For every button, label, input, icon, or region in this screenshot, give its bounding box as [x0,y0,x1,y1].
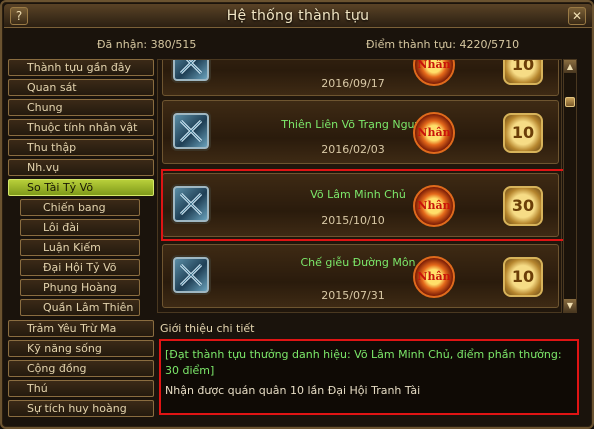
close-button[interactable]: ✕ [568,7,586,25]
sidebar-item-character-attributes[interactable]: Thuộc tính nhân vật [8,119,154,136]
sidebar-subitem-arena[interactable]: Lôi đài [20,219,140,236]
sidebar-subitem-tournament[interactable]: Đại Hội Tỷ Võ [20,259,140,276]
scroll-up-icon[interactable]: ▲ [564,60,576,73]
points-badge: 10 [503,60,543,85]
sidebar-item-glorious-history[interactable]: Sự tích huy hoàng [8,400,154,417]
points-badge: 10 [503,113,543,153]
title-bar: ? Hệ thống thành tựu ✕ [4,4,592,28]
sidebar-subitem-phoenix[interactable]: Phụng Hoàng [20,279,140,296]
scroll-thumb[interactable] [565,97,575,107]
points-badge: 10 [503,257,543,297]
achievement-window: ? Hệ thống thành tựu ✕ Đã nhận: 380/515 … [0,0,594,429]
detail-description: Nhận được quán quân 10 lần Đại Hội Tranh… [165,384,421,397]
sidebar-item-collection[interactable]: Thu thập [8,139,154,156]
sidebar-subitem-champion[interactable]: Quần Lâm Thiên [20,299,140,316]
achievement-row[interactable]: Nhân 2016/09/17 10 [162,60,559,96]
achievement-list: Nhân 2016/09/17 10 Thiên Liên Võ Trạng N… [157,59,562,313]
achievement-date: 2016/09/17 [321,77,385,90]
sidebar-item-recent[interactable]: Thành tựu gần đây [8,59,154,76]
points-badge: 30 [503,186,543,226]
sidebar-item-demon-slaying[interactable]: Trảm Yêu Trừ Ma [8,320,154,337]
list-scrollbar[interactable]: ▲ ▼ [563,59,577,313]
achievement-date: 2016/02/03 [321,143,385,156]
achievement-date: 2015/07/31 [321,289,385,302]
sidebar-item-community[interactable]: Cộng đồng [8,360,154,377]
received-count: Đã nhận: 380/515 [97,38,197,51]
crossed-swords-icon [173,257,209,293]
crossed-swords-icon [173,113,209,149]
sidebar-subitem-sword-debate[interactable]: Luận Kiếm [20,239,140,256]
achievement-points: Điểm thành tựu: 4220/5710 [366,38,520,51]
achievement-row[interactable]: Thiên Liên Võ Trạng Nguyên Nhân 2016/02/… [162,100,559,164]
crossed-swords-icon [173,60,209,81]
sidebar-item-pets[interactable]: Thú [8,380,154,397]
achievement-row[interactable]: Chế giễu Đường Môn Nhân 2015/07/31 10 [162,244,559,308]
sidebar-subitem-guild-war[interactable]: Chiến bang [20,199,140,216]
detail-reward-text: [Đạt thành tựu thưởng danh hiệu: Võ Lâm … [165,348,562,377]
scroll-down-icon[interactable]: ▼ [564,299,576,312]
crossed-swords-icon [173,186,209,222]
detail-heading: Giới thiệu chi tiết [160,322,255,335]
achievement-date: 2015/10/10 [321,214,385,227]
sidebar-item-quests[interactable]: Nh.vụ [8,159,154,176]
window-title: Hệ thống thành tựu [226,8,370,24]
sidebar-item-observe[interactable]: Quan sát [8,79,154,96]
achievement-row-selected[interactable]: Võ Lâm Minh Chủ Nhân 2015/10/10 30 [162,173,559,237]
sidebar-item-pvp-active[interactable]: So Tài Tỷ Võ [8,179,154,196]
sidebar-item-general[interactable]: Chung [8,99,154,116]
sidebar-item-life-skills[interactable]: Kỹ năng sống [8,340,154,357]
detail-box: [Đạt thành tựu thưởng danh hiệu: Võ Lâm … [159,339,579,415]
